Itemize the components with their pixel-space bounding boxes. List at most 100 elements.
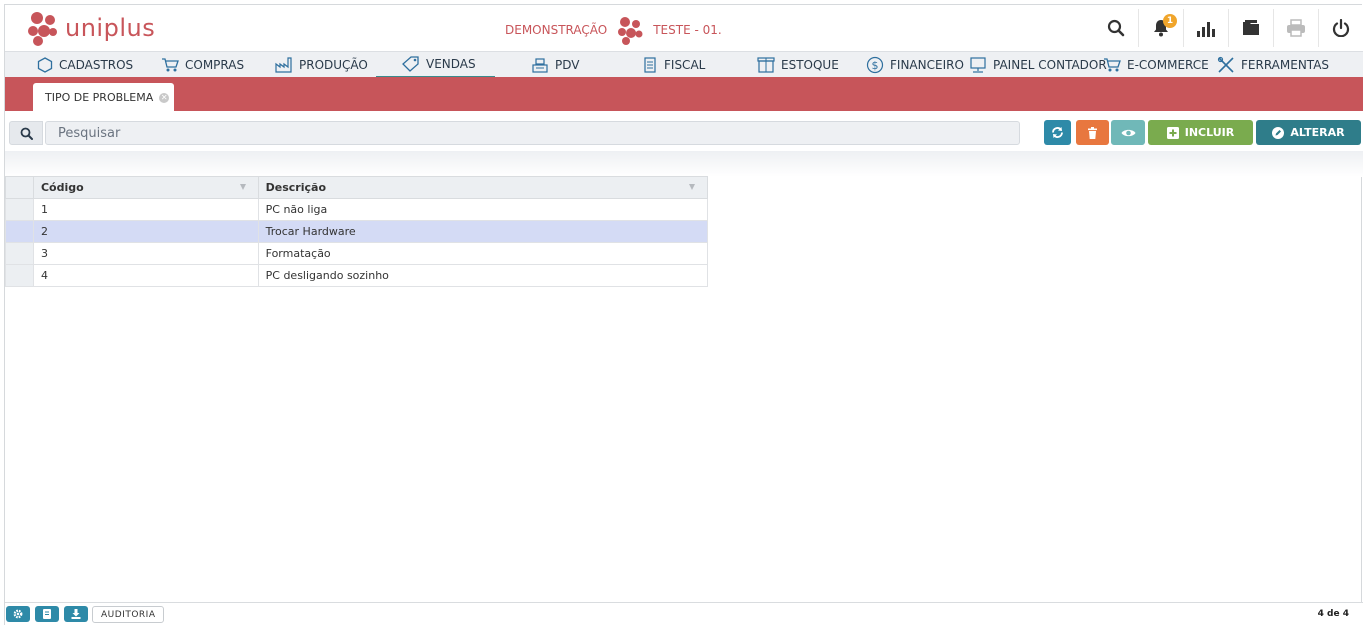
view-button[interactable]: [1111, 120, 1145, 145]
header-actions: 1: [1093, 9, 1363, 47]
app-window: uniplus DEMONSTRAÇÃO TESTE - 01. 1 CADAS…: [4, 4, 1363, 626]
box-icon: [757, 57, 775, 73]
alterar-label: ALTERAR: [1290, 126, 1345, 139]
column-header-codigo[interactable]: Código: [32, 176, 259, 199]
settings-button[interactable]: [6, 606, 30, 622]
cell-codigo: 4: [32, 264, 259, 287]
menu-label: PRODUÇÃO: [299, 58, 368, 72]
power-icon: [1332, 19, 1350, 37]
dollar-icon: $: [866, 56, 884, 74]
search-icon: [1107, 19, 1124, 37]
search-icon: [20, 127, 33, 140]
filter-icon[interactable]: [689, 184, 695, 190]
cell-descricao: Trocar Hardware: [257, 220, 709, 243]
search-input[interactable]: [45, 121, 1020, 145]
factory-icon: [275, 57, 292, 73]
menu-fiscal[interactable]: FISCAL: [642, 52, 705, 78]
menu-painel-contador[interactable]: PAINEL CONTADOR: [969, 52, 1107, 78]
menu-vendas[interactable]: VENDAS: [376, 52, 495, 78]
table-row[interactable]: 3 Formatação: [5, 242, 709, 265]
notes-button[interactable]: [35, 606, 59, 622]
row-selector[interactable]: [5, 198, 34, 221]
cell-codigo: 2: [32, 220, 259, 243]
tab-label: TIPO DE PROBLEMA: [45, 91, 154, 104]
trash-icon: [1088, 126, 1097, 139]
print-button[interactable]: [1273, 9, 1318, 47]
menu-compras[interactable]: COMPRAS: [161, 52, 244, 78]
notifications-button[interactable]: 1: [1138, 9, 1183, 47]
notification-badge: 1: [1163, 14, 1177, 28]
menu-ecommerce[interactable]: E-COMMERCE: [1103, 52, 1209, 78]
table-row-selected[interactable]: 2 Trocar Hardware: [5, 220, 709, 243]
table-row[interactable]: 4 PC desligando sozinho: [5, 264, 709, 287]
row-selector[interactable]: [5, 264, 34, 287]
audit-label: AUDITORIA: [101, 609, 156, 620]
download-icon: [71, 609, 81, 619]
tab-tipo-de-problema[interactable]: TIPO DE PROBLEMA ✕: [33, 83, 174, 112]
tag-icon: [402, 56, 419, 72]
column-label: Descrição: [265, 181, 326, 194]
record-count: 4 de 4: [1317, 609, 1349, 619]
incluir-label: INCLUIR: [1184, 126, 1235, 139]
close-icon[interactable]: ✕: [159, 92, 170, 103]
company-info[interactable]: DEMONSTRAÇÃO TESTE - 01.: [505, 15, 722, 45]
logo-text: uniplus: [65, 14, 156, 42]
footer-bar: AUDITORIA 4 de 4: [5, 602, 1363, 626]
environment-label: DEMONSTRAÇÃO: [505, 23, 608, 37]
cell-descricao: PC desligando sozinho: [257, 264, 709, 287]
table-row[interactable]: 1 PC não liga: [5, 198, 709, 221]
files-button[interactable]: [1228, 9, 1273, 47]
search-submit-button[interactable]: [9, 121, 43, 145]
toolbar: INCLUIR ALTERAR: [5, 111, 1363, 151]
folder-icon: [1243, 20, 1259, 35]
menu-label: COMPRAS: [185, 58, 245, 72]
menu-estoque[interactable]: ESTOQUE: [757, 52, 839, 78]
app-logo[interactable]: uniplus: [25, 9, 155, 47]
cart-icon: [1104, 58, 1121, 72]
menu-label: FINANCEIRO: [890, 58, 964, 72]
refresh-button[interactable]: [1044, 120, 1071, 145]
register-icon: [532, 58, 548, 73]
tools-icon: [1217, 56, 1234, 73]
column-header-descricao[interactable]: Descrição: [257, 176, 709, 199]
row-selector[interactable]: [5, 220, 34, 243]
cell-descricao: Formatação: [257, 242, 709, 265]
logo-icon: [28, 12, 57, 46]
search-button[interactable]: [1093, 9, 1138, 47]
cart-icon: [162, 58, 179, 72]
add-document-icon: [1166, 126, 1179, 139]
top-header: uniplus DEMONSTRAÇÃO TESTE - 01. 1: [5, 5, 1363, 51]
printer-icon: [1287, 19, 1305, 37]
tab-bar: TIPO DE PROBLEMA ✕: [5, 77, 1363, 112]
menu-label: E-COMMERCE: [1127, 58, 1209, 72]
column-label: Código: [40, 181, 84, 194]
menu-pdv[interactable]: PDV: [531, 52, 579, 78]
menu-producao[interactable]: PRODUÇÃO: [275, 52, 368, 78]
main-menu: CADASTROS COMPRAS PRODUÇÃO VENDAS PDV FI…: [5, 51, 1363, 78]
menu-financeiro[interactable]: $ FINANCEIRO: [866, 52, 964, 78]
menu-cadastros[interactable]: CADASTROS: [37, 52, 133, 78]
row-selector[interactable]: [5, 242, 34, 265]
download-button[interactable]: [64, 606, 88, 622]
cell-codigo: 1: [32, 198, 259, 221]
menu-ferramentas[interactable]: FERRAMENTAS: [1217, 52, 1329, 78]
cell-codigo: 3: [32, 242, 259, 265]
edit-icon: [1272, 126, 1285, 139]
delete-button[interactable]: [1076, 120, 1109, 145]
hexagon-icon: [37, 57, 53, 73]
reports-button[interactable]: [1183, 9, 1228, 47]
alterar-button[interactable]: ALTERAR: [1256, 120, 1361, 145]
audit-button[interactable]: AUDITORIA: [92, 606, 165, 623]
logout-button[interactable]: [1318, 9, 1363, 47]
gear-icon: [13, 609, 23, 619]
menu-label: PDV: [555, 58, 580, 72]
cell-descricao: PC não liga: [257, 198, 709, 221]
incluir-button[interactable]: INCLUIR: [1148, 120, 1253, 145]
monitor-icon: [970, 57, 986, 73]
company-logo-icon: [618, 17, 643, 45]
svg-text:$: $: [872, 59, 879, 72]
bar-chart-icon: [1197, 22, 1215, 37]
filter-icon[interactable]: [239, 184, 246, 190]
refresh-icon: [1052, 127, 1063, 138]
menu-label: PAINEL CONTADOR: [993, 58, 1107, 72]
